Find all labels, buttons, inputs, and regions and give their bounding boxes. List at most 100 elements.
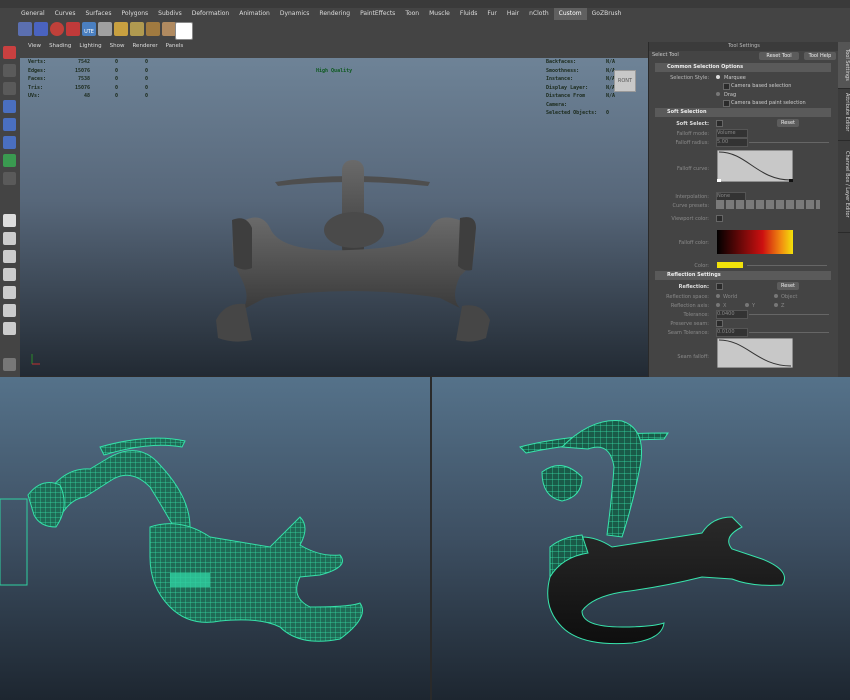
section-soft-selection[interactable]: Soft Selection: [655, 108, 831, 117]
shelf-tab-toon[interactable]: Toon: [400, 8, 424, 20]
side-tab-attribute-editor[interactable]: Attribute Editor: [838, 84, 850, 141]
seam-falloff-graph[interactable]: [717, 338, 793, 368]
shelf-icon-6[interactable]: [98, 22, 112, 36]
perspective-viewport[interactable]: Verts: 7542 0 0 Edges: 15076 0 0 Faces: 7538 0 0 …: [20, 58, 648, 376]
layout-outliner-icon[interactable]: [3, 268, 16, 281]
side-tabs: Tool Settings Attribute Editor Channel B…: [838, 42, 850, 377]
scale-tool-icon[interactable]: [3, 136, 16, 149]
camera-based-selection-checkbox[interactable]: [723, 83, 730, 90]
side-tab-channel-box[interactable]: Channel Box / Layer Editor: [838, 136, 850, 233]
tolerance-field[interactable]: 0.0400: [716, 310, 748, 319]
shelf-icon-10[interactable]: [162, 22, 176, 36]
color-swatch[interactable]: [717, 262, 743, 268]
falloff-color-ramp[interactable]: [717, 230, 793, 254]
world-label: World: [723, 294, 738, 300]
shelf-icon-4[interactable]: [66, 22, 80, 36]
camera-based-paint-checkbox[interactable]: [723, 100, 730, 107]
layout-hypershade-icon[interactable]: [3, 304, 16, 317]
falloff-curve-graph[interactable]: [717, 150, 793, 182]
shelf-tab-hair[interactable]: Hair: [502, 8, 524, 20]
shaded-model[interactable]: [20, 58, 648, 376]
shelf-icon-1[interactable]: [18, 22, 32, 36]
shelf-icon-11[interactable]: [175, 22, 193, 40]
menu-show[interactable]: Show: [106, 42, 129, 50]
falloff-radius-slider[interactable]: [749, 142, 829, 143]
shelf-tab-custom[interactable]: Custom: [553, 8, 587, 20]
menu-lighting[interactable]: Lighting: [75, 42, 105, 50]
ute-icon[interactable]: UTE: [82, 22, 96, 36]
shelf-tab-painteffects[interactable]: PaintEffects: [355, 8, 400, 20]
paint-select-icon[interactable]: [3, 82, 16, 95]
script-editor-icon[interactable]: [3, 358, 16, 371]
side-tab-tool-settings[interactable]: Tool Settings: [838, 42, 850, 89]
layout-graph-icon[interactable]: [3, 286, 16, 299]
soft-select-checkbox[interactable]: [716, 120, 723, 127]
world-radio[interactable]: [716, 294, 720, 298]
select-tool-icon[interactable]: [3, 46, 16, 59]
layout-side-icon[interactable]: [3, 250, 16, 263]
shelf-icon-2[interactable]: [34, 22, 48, 36]
shelf-tab-curves[interactable]: Curves: [50, 8, 81, 20]
viewport-color-checkbox[interactable]: [716, 215, 723, 222]
axis-x-radio[interactable]: [716, 303, 720, 307]
preserve-seam-checkbox[interactable]: [716, 320, 723, 327]
shelf-tab-rendering[interactable]: Rendering: [314, 8, 355, 20]
shelf-tab-dynamics[interactable]: Dynamics: [275, 8, 315, 20]
wireframe-model-right[interactable]: [432, 377, 850, 700]
reflection-reset-button[interactable]: Reset: [777, 282, 799, 290]
falloff-color-label: Falloff color:: [678, 240, 709, 246]
menu-renderer[interactable]: Renderer: [128, 42, 161, 50]
shelf-tab-deformation[interactable]: Deformation: [187, 8, 234, 20]
last-tool-icon[interactable]: [3, 172, 16, 185]
shelf-tab-fur[interactable]: Fur: [482, 8, 501, 20]
tool-help-button[interactable]: Tool Help: [804, 52, 836, 60]
menu-view[interactable]: View: [24, 42, 45, 50]
seam-tolerance-slider[interactable]: [749, 332, 829, 333]
rotate-tool-icon[interactable]: [3, 118, 16, 131]
falloff-mode-dropdown[interactable]: Volume: [716, 129, 748, 138]
seam-tolerance-field[interactable]: 0.0100: [716, 328, 748, 337]
shelf-tab-fluids[interactable]: Fluids: [455, 8, 483, 20]
curve-presets-buttons[interactable]: [716, 200, 820, 209]
menu-shading[interactable]: Shading: [45, 42, 75, 50]
object-radio[interactable]: [774, 294, 778, 298]
reset-tool-button[interactable]: Reset Tool: [759, 52, 799, 60]
viewport-menu-bar: View Shading Lighting Show Renderer Pane…: [20, 42, 648, 50]
shelf-tab-animation[interactable]: Animation: [234, 8, 275, 20]
viewport-color-label: Viewport color:: [671, 216, 709, 222]
tolerance-slider[interactable]: [749, 314, 829, 315]
axis-y-radio[interactable]: [745, 303, 749, 307]
shelf-tab-surfaces[interactable]: Surfaces: [80, 8, 116, 20]
menu-panels[interactable]: Panels: [162, 42, 188, 50]
color-slider[interactable]: [747, 265, 827, 266]
shelf-icon-3[interactable]: [50, 22, 64, 36]
section-common-selection[interactable]: Common Selection Options: [655, 63, 831, 72]
marquee-radio[interactable]: [716, 75, 720, 79]
shelf-icon-9[interactable]: [146, 22, 160, 36]
shelf-tab-ncloth[interactable]: nCloth: [524, 8, 554, 20]
layout-single-icon[interactable]: [3, 214, 16, 227]
shelf-tab-subdivs[interactable]: Subdivs: [153, 8, 187, 20]
wireframe-viewport-left[interactable]: [0, 377, 430, 700]
axis-z-radio[interactable]: [774, 303, 778, 307]
marquee-label: Marquee: [724, 75, 746, 81]
move-tool-icon[interactable]: [3, 100, 16, 113]
section-reflection[interactable]: Reflection Settings: [655, 271, 831, 280]
seam-tolerance-label: Seam Tolerance:: [667, 330, 709, 336]
shelf-tab-general[interactable]: General: [16, 8, 50, 20]
manipulator-icon[interactable]: [3, 154, 16, 167]
reflection-checkbox[interactable]: [716, 283, 723, 290]
lasso-tool-icon[interactable]: [3, 64, 16, 77]
falloff-radius-field[interactable]: 5.00: [716, 138, 748, 147]
shelf-tab-muscle[interactable]: Muscle: [424, 8, 455, 20]
shelf-icon-7[interactable]: [114, 22, 128, 36]
drag-radio[interactable]: [716, 92, 720, 96]
shelf-icon-8[interactable]: [130, 22, 144, 36]
layout-four-icon[interactable]: [3, 232, 16, 245]
wireframe-model-left[interactable]: [0, 377, 430, 700]
shelf-tab-polygons[interactable]: Polygons: [116, 8, 153, 20]
shelf-tab-gozbrush[interactable]: GoZBrush: [587, 8, 627, 20]
soft-reset-button[interactable]: Reset: [777, 119, 799, 127]
layout-custom-icon[interactable]: [3, 322, 16, 335]
wireframe-viewport-right[interactable]: [432, 377, 850, 700]
